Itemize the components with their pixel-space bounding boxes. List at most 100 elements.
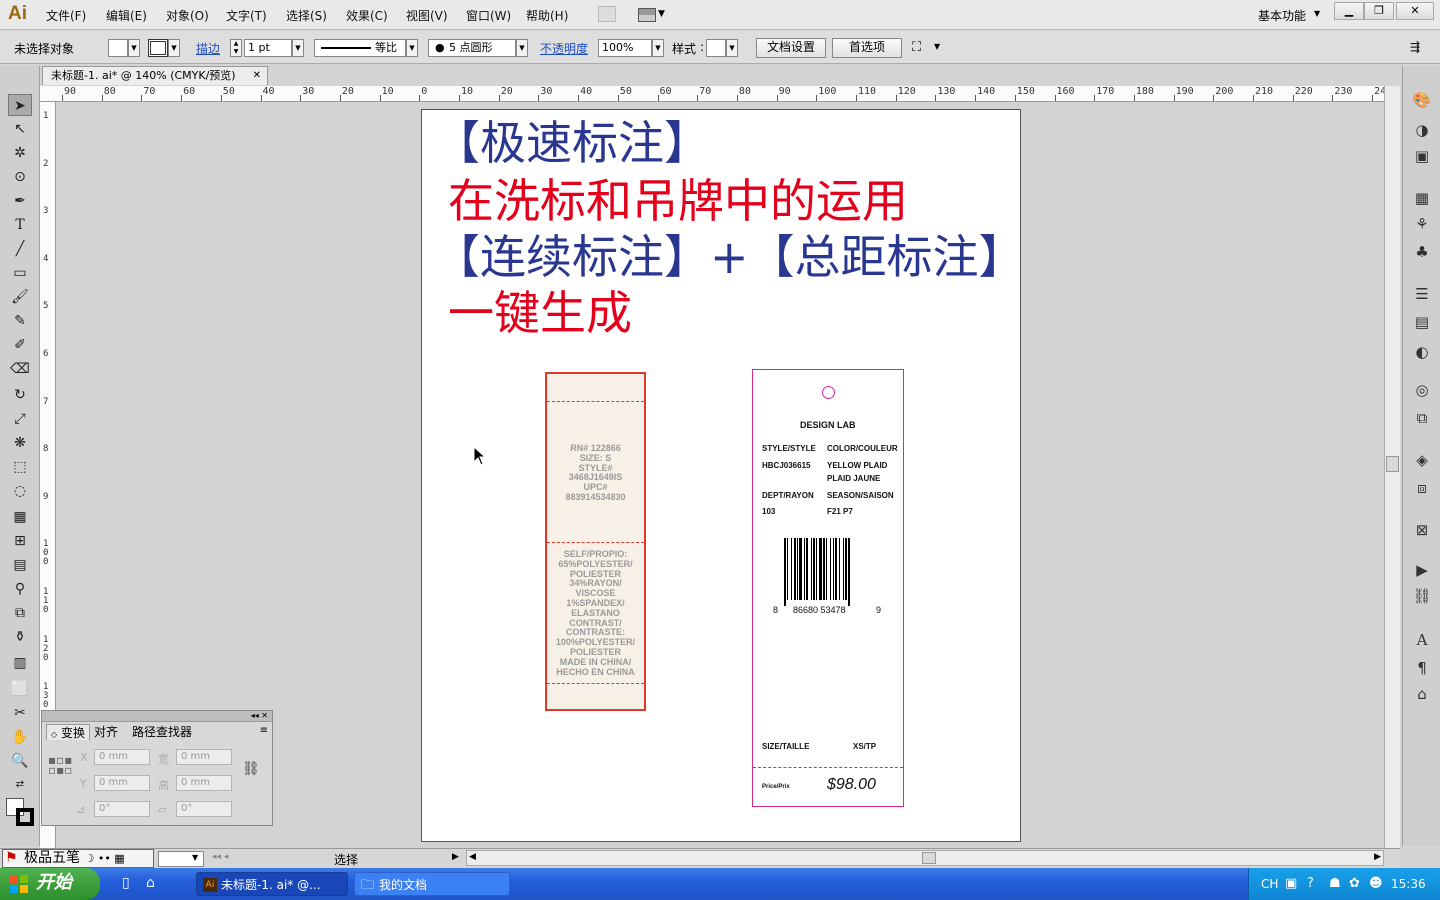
menu-object[interactable]: 对象(O) — [166, 7, 209, 24]
stroke-dropdown[interactable]: ▼ — [168, 39, 180, 57]
scale-tool-icon[interactable]: ⤢ — [8, 408, 32, 430]
tray-app-icon[interactable]: ▣ — [1285, 876, 1297, 891]
tab-align[interactable]: 对齐 — [90, 724, 122, 740]
magic-wand-tool-icon[interactable]: ✲ — [8, 142, 32, 164]
profile-dropdown[interactable]: ▼ — [406, 39, 418, 57]
stroke-panel-link[interactable]: 描边 — [196, 40, 220, 58]
headline-line-1[interactable]: 【极速标注】 — [434, 120, 710, 166]
menu-help[interactable]: 帮助(H) — [526, 7, 568, 24]
document-tab[interactable]: 未标题-1. ai* @ 140% (CMYK/预览) ✕ — [42, 66, 268, 85]
language-indicator[interactable]: CH — [1261, 877, 1278, 891]
flower-icon[interactable]: ✿ — [1349, 876, 1360, 891]
brush-dropdown[interactable]: ▼ — [516, 39, 528, 57]
gradient-panel-icon[interactable]: ▤ — [1412, 312, 1432, 332]
bridge-icon[interactable] — [598, 6, 616, 22]
menu-effect[interactable]: 效果(C) — [346, 7, 388, 24]
menu-view[interactable]: 视图(V) — [406, 7, 448, 24]
panel-menu-icon[interactable]: ≡ — [260, 725, 268, 736]
menu-type[interactable]: 文字(T) — [226, 7, 267, 24]
kuler-icon[interactable]: ▣ — [1412, 146, 1432, 166]
link-proportions-icon[interactable]: ⛓ — [242, 761, 260, 777]
ime-toolbar[interactable]: ⚑ 极品五笔 ☽ •• ▦ — [2, 849, 154, 868]
mesh-tool-icon[interactable]: ⊞ — [8, 530, 32, 552]
panel-menu-icon[interactable]: ⇶ — [1410, 40, 1420, 58]
rotate-tool-icon[interactable]: ↻ — [8, 384, 32, 406]
swap-colors-icon[interactable]: ⇄ — [8, 774, 32, 796]
pen-tool-icon[interactable]: ✒ — [8, 190, 32, 212]
height-field[interactable]: 0 mm — [176, 775, 232, 791]
help-icon[interactable]: ? — [1307, 876, 1314, 891]
lasso-tool-icon[interactable]: ⊙ — [8, 166, 32, 188]
minimize-button[interactable]: ▁ — [1334, 2, 1364, 20]
navigator-icon[interactable]: ⊠ — [1412, 520, 1432, 540]
layers-icon[interactable]: ◈ — [1412, 450, 1432, 470]
menu-edit[interactable]: 编辑(E) — [106, 7, 147, 24]
swatches-icon[interactable]: ▦ — [1412, 188, 1432, 208]
headline-line-4[interactable]: 一键生成 — [448, 290, 632, 336]
opacity-dropdown[interactable]: ▼ — [652, 39, 664, 57]
preferences-button[interactable]: 首选项 — [832, 38, 902, 58]
task-illustrator[interactable]: Ai 未标题-1. ai* @... — [196, 872, 348, 896]
status-menu-icon[interactable]: ▶ — [452, 852, 459, 862]
stroke-panel-icon[interactable]: ☰ — [1412, 284, 1432, 304]
task-my-documents[interactable]: 🗀 我的文档 — [354, 872, 510, 896]
transparency-icon[interactable]: ◐ — [1412, 342, 1432, 362]
perspective-grid-tool-icon[interactable]: ▦ — [8, 506, 32, 528]
artboard-nav-icon[interactable]: ◂◂ ◂ — [212, 852, 228, 862]
stroke-swatch[interactable] — [148, 39, 168, 57]
stroke-weight-stepper[interactable]: ▲ ▼ — [230, 39, 242, 57]
actions-icon[interactable]: ▶ — [1412, 560, 1432, 580]
warp-tool-icon[interactable]: ❋ — [8, 432, 32, 454]
headline-line-2[interactable]: 在洗标和吊牌中的运用 — [448, 178, 908, 224]
panel-grip[interactable]: ◂◂ ✕ — [42, 711, 272, 722]
brush-definition[interactable]: ● 5 点圆形 — [428, 39, 516, 57]
network-icon[interactable]: ☗ — [1329, 876, 1341, 891]
fill-swatch[interactable] — [108, 39, 128, 57]
restore-button[interactable]: ❐ — [1364, 2, 1394, 20]
vertical-scrollbar[interactable] — [1384, 86, 1400, 848]
eraser-tool-icon[interactable]: ⌫ — [8, 358, 32, 380]
care-label[interactable]: RN# 122866 SIZE: S STYLE# 3468J1649IS UPC# 88… — [545, 372, 646, 711]
line-tool-icon[interactable]: ╱ — [8, 238, 32, 260]
document-setup-button[interactable]: 文档设置 — [756, 38, 826, 58]
links-icon[interactable]: ⛓ — [1412, 586, 1432, 606]
paintbrush-tool-icon[interactable]: 🖌 — [8, 286, 32, 308]
zoom-tool-icon[interactable]: 🔍 — [8, 750, 32, 772]
hang-tag[interactable]: DESIGN LAB STYLE/STYLE COLOR/COULEUR HBC… — [752, 369, 904, 807]
gradient-tool-icon[interactable]: ▤ — [8, 554, 32, 576]
tab-transform[interactable]: ◇ 变换 — [46, 724, 90, 740]
color-panel-icon[interactable]: 🎨 — [1412, 90, 1432, 110]
character-icon[interactable]: A — [1412, 630, 1432, 650]
pencil-tool-icon[interactable]: ✎ — [8, 310, 32, 332]
ime-mode-icon[interactable]: ☽ •• ▦ — [84, 852, 124, 865]
stroke-color-swatch[interactable] — [16, 808, 34, 826]
graphic-styles-icon[interactable]: ⧉ — [1412, 408, 1432, 428]
symbol-sprayer-tool-icon[interactable]: ⚱ — [8, 626, 32, 648]
isolate-icon[interactable]: ⛶ — [912, 40, 921, 58]
fill-dropdown[interactable]: ▼ — [128, 39, 140, 57]
blob-brush-tool-icon[interactable]: ✐ — [8, 334, 32, 356]
arrange-documents-button[interactable]: ▼ — [638, 6, 666, 24]
start-button[interactable]: 开始 — [0, 868, 100, 900]
close-button[interactable]: ✕ — [1396, 2, 1434, 20]
horizontal-scroll-thumb[interactable] — [922, 852, 936, 864]
color-guide-icon[interactable]: ◑ — [1412, 120, 1432, 140]
quicklaunch-document-icon[interactable]: ▯ — [122, 875, 130, 891]
qq-icon[interactable]: ☻ — [1369, 876, 1383, 891]
quicklaunch-app-icon[interactable]: ⌂ — [146, 875, 155, 891]
selection-tool-icon[interactable]: ➤ — [8, 94, 32, 116]
chevron-down-icon[interactable]: ▼ — [934, 42, 940, 60]
opacity-field[interactable]: 100% — [598, 39, 652, 57]
symbols-icon[interactable]: ♣ — [1412, 242, 1432, 262]
shear-field[interactable]: 0° — [176, 801, 232, 817]
workspace-switcher[interactable]: 基本功能 — [1258, 7, 1306, 24]
slice-tool-icon[interactable]: ✂ — [8, 702, 32, 724]
reference-point-icon[interactable]: ▪▫▪ ▫▪▫ — [48, 754, 72, 776]
close-icon[interactable]: ✕ — [253, 67, 261, 84]
scroll-right-icon[interactable]: ▶ — [1374, 852, 1381, 862]
shape-builder-tool-icon[interactable]: ◌ — [8, 480, 32, 502]
stroke-weight-dropdown[interactable]: ▼ — [292, 39, 304, 57]
opacity-panel-link[interactable]: 不透明度 — [540, 40, 588, 58]
vertical-scroll-thumb[interactable] — [1386, 456, 1399, 472]
hand-tool-icon[interactable]: ✋ — [8, 726, 32, 748]
